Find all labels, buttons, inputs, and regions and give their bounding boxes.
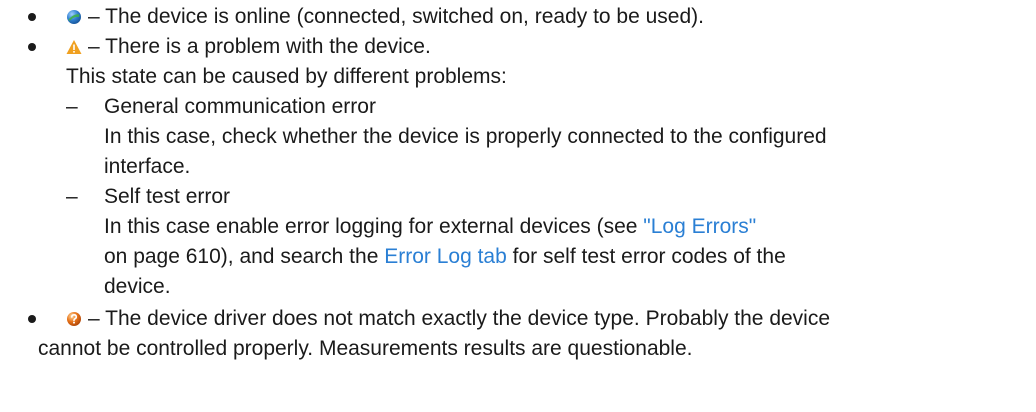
self-test-line1: In this case enable error logging for ex… (104, 212, 756, 242)
dash-marker: – (66, 185, 78, 208)
driver-mismatch-icon (66, 311, 82, 327)
self-test-line3: device. (104, 275, 171, 298)
bullet-dot (28, 13, 36, 21)
online-status-icon (66, 9, 82, 25)
error-log-tab-link[interactable]: Error Log tab (384, 245, 507, 268)
self-test-title: Self test error (104, 185, 231, 208)
log-errors-link[interactable]: "Log Errors" (643, 215, 756, 238)
mismatch-line2: cannot be controlled properly. Measureme… (38, 337, 693, 360)
problem-subtext: This state can be caused by different pr… (66, 65, 507, 88)
self-test-line1-text: In this case enable error logging for ex… (104, 215, 644, 238)
problem-text: – There is a problem with the device. (88, 35, 431, 58)
bullet-dot (28, 315, 36, 323)
bullet-dot (28, 43, 36, 51)
warning-triangle-icon (66, 39, 82, 55)
online-line: – The device is online (connected, switc… (66, 2, 704, 32)
mismatch-text1: – The device driver does not match exact… (88, 307, 831, 330)
mismatch-line1: – The device driver does not match exact… (66, 304, 830, 334)
comm-error-title: General communication error (104, 95, 376, 118)
problem-line: – There is a problem with the device. (66, 32, 431, 62)
online-text: – The device is online (connected, switc… (88, 5, 704, 28)
document-page: – The device is online (connected, switc… (0, 0, 1036, 412)
self-test-line2-post: for self test error codes of the (506, 245, 786, 268)
self-test-line2: on page 610), and search the Error Log t… (104, 242, 786, 272)
self-test-line2-pre: on page 610), and search the (104, 245, 385, 268)
dash-marker: – (66, 95, 78, 118)
comm-error-line1: In this case, check whether the device i… (104, 125, 827, 148)
comm-error-line2: interface. (104, 155, 191, 178)
